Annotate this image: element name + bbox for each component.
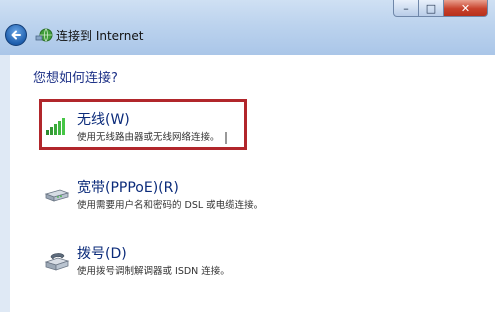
navigation-bar: 连接到 Internet: [5, 23, 143, 47]
window-title: 连接到 Internet: [56, 28, 144, 43]
question-heading: 您想如何连接?: [33, 71, 118, 86]
option-wireless-title: 无线(W): [77, 112, 130, 128]
broadband-modem-icon: [44, 189, 70, 202]
wireless-signal-icon: [46, 118, 65, 135]
wizard-content: 您想如何连接? 无线(W) 使用无线路由器或无线网络连接。 宽带(PPPoE)(…: [10, 55, 495, 312]
back-button[interactable]: [5, 24, 27, 46]
option-wireless[interactable]: 无线(W) 使用无线路由器或无线网络连接。: [43, 112, 220, 144]
text-cursor: [225, 132, 227, 144]
option-broadband[interactable]: 宽带(PPPoE)(R) 使用需要用户名和密码的 DSL 或电缆连接。: [43, 180, 263, 212]
option-dialup-title: 拨号(D): [77, 246, 127, 262]
close-button[interactable]: ✕: [444, 0, 488, 17]
option-dialup[interactable]: 拨号(D) 使用拨号调制解调器或 ISDN 连接。: [43, 246, 230, 278]
back-arrow-icon: [11, 30, 21, 40]
option-broadband-description: 使用需要用户名和密码的 DSL 或电缆连接。: [77, 200, 264, 211]
caption-buttons: – □ ✕: [393, 0, 488, 18]
option-wireless-description: 使用无线路由器或无线网络连接。: [77, 132, 220, 143]
network-globe-icon: [35, 28, 53, 42]
option-broadband-title: 宽带(PPPoE)(R): [77, 180, 179, 196]
title-bar: – □ ✕ 连接到 Internet: [0, 0, 495, 55]
minimize-button[interactable]: –: [393, 0, 419, 17]
maximize-button[interactable]: □: [419, 0, 444, 17]
option-dialup-description: 使用拨号调制解调器或 ISDN 连接。: [77, 266, 230, 277]
dialup-modem-icon: [44, 253, 70, 271]
